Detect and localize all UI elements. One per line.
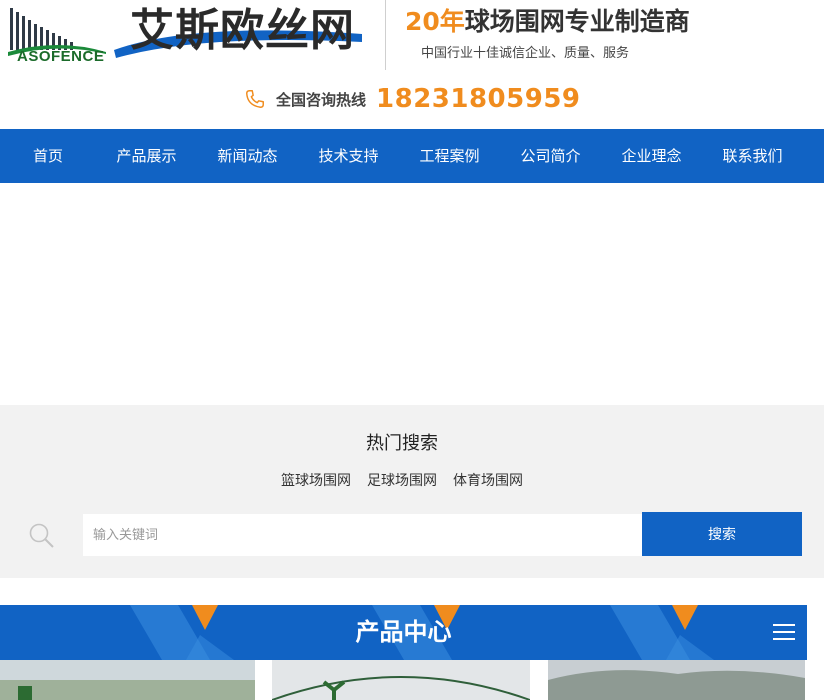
nav-item-about[interactable]: 公司简介 [500,129,601,183]
hot-link-football[interactable]: 足球场围网 [367,470,437,490]
phone-icon [246,90,264,108]
nav-item-philosophy[interactable]: 企业理念 [601,129,702,183]
slogan: 20年球场围网专业制造商 [405,6,690,38]
product-image[interactable] [272,660,530,700]
product-image[interactable] [548,660,805,700]
slogan-years: 20年 [405,7,465,36]
main-nav: 首页 产品展示 新闻动态 技术支持 工程案例 公司简介 企业理念 联系我们 [0,129,824,183]
banner-area [0,183,824,405]
product-center-title: 产品中心 [355,618,452,646]
search-button[interactable]: 搜索 [642,512,802,556]
logo-text: ASOFENCE [17,48,105,65]
product-image-graphic [548,660,805,700]
hot-search-title: 热门搜索 [366,433,438,454]
hotline: 全国咨询热线 18231805959 [244,82,581,116]
hotline-label: 全国咨询热线 [276,90,367,109]
product-center-bar: 产品中心 [0,605,807,660]
search-section: 热门搜索 篮球场围网 足球场围网 体育场围网 搜索 [0,405,824,578]
menu-icon[interactable] [773,621,795,643]
hotline-number[interactable]: 18231805959 [376,84,581,114]
sub-slogan: 中国行业十佳诚信企业、质量、服务 [421,46,630,61]
nav-item-tech-support[interactable]: 技术支持 [298,129,399,183]
header-divider [385,0,386,70]
hot-search-links: 篮球场围网 足球场围网 体育场围网 [0,470,804,490]
hot-link-stadium[interactable]: 体育场围网 [453,470,523,490]
search-icon [29,523,54,548]
nav-item-cases[interactable]: 工程案例 [399,129,500,183]
site-header: ASOFENCE 艾斯欧丝网 20年球场围网专业制造商 中国行业十佳诚信企业、质… [0,0,824,129]
search-input[interactable] [83,514,642,556]
nav-item-products[interactable]: 产品展示 [96,129,197,183]
nav-item-home[interactable]: 首页 [0,129,96,183]
product-image[interactable] [0,660,255,700]
nav-item-news[interactable]: 新闻动态 [197,129,298,183]
brand-name: 艾斯欧丝网 [130,5,355,56]
product-image-graphic [0,660,255,700]
slogan-text: 球场围网专业制造商 [464,7,690,36]
nav-item-contact[interactable]: 联系我们 [702,129,803,183]
hot-link-basketball[interactable]: 篮球场围网 [281,470,351,490]
product-image-graphic [272,660,530,700]
